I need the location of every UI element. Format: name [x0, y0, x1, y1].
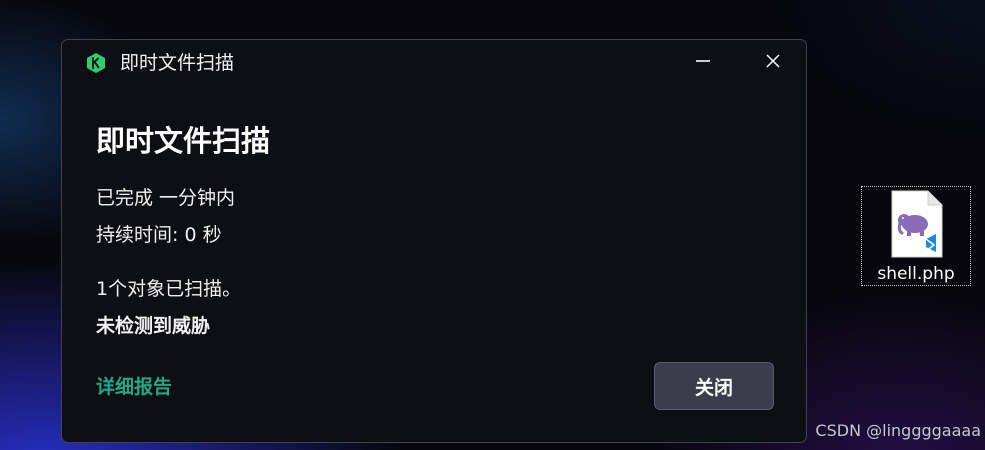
scan-result: 未检测到威胁	[96, 315, 211, 337]
dialog-heading: 即时文件扫描	[96, 124, 271, 158]
close-button[interactable]: 关闭	[654, 362, 774, 410]
objects-scanned: 1个对象已扫描。	[96, 278, 242, 300]
watermark-text: CSDN @linggggaaaa	[815, 421, 981, 440]
scan-duration: 持续时间: 0 秒	[96, 224, 222, 246]
scan-dialog: 即时文件扫描 即时文件扫描 已完成 一分钟内 持续时间: 0 秒 1个对象已扫描…	[61, 39, 807, 443]
close-icon	[765, 53, 781, 73]
detailed-report-link[interactable]: 详细报告	[96, 374, 172, 400]
title-bar[interactable]: 即时文件扫描	[62, 40, 806, 86]
minimize-icon	[695, 53, 711, 73]
desktop-file-shell-php[interactable]: shell.php	[861, 186, 971, 286]
window-close-button[interactable]	[755, 48, 791, 78]
file-name-label: shell.php	[877, 264, 955, 284]
kaspersky-k-icon	[85, 52, 107, 74]
completed-time: 已完成 一分钟内	[96, 187, 236, 209]
php-file-icon	[890, 189, 944, 259]
window-title: 即时文件扫描	[120, 52, 235, 74]
desktop-background: 即时文件扫描 即时文件扫描 已完成 一分钟内 持续时间: 0 秒 1个对象已扫描…	[0, 0, 985, 450]
minimize-button[interactable]	[685, 48, 721, 78]
